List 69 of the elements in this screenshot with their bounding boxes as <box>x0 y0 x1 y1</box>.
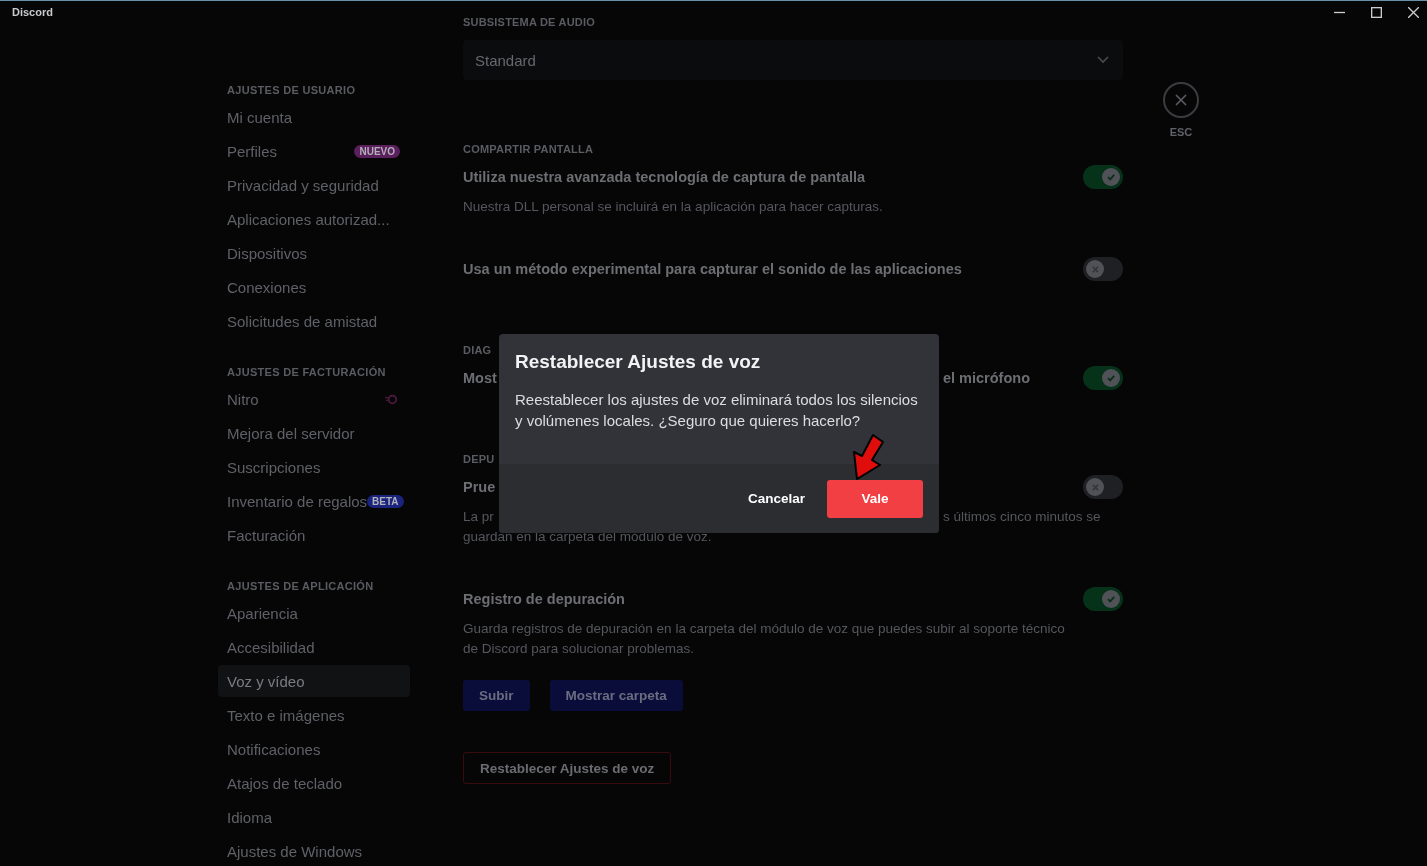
sidebar-item[interactable]: Privacidad y seguridad <box>218 169 410 201</box>
sidebar-item[interactable]: Voz y vídeo <box>218 665 410 697</box>
x-icon <box>1090 264 1100 274</box>
dropdown-field[interactable]: Standard <box>463 40 1123 80</box>
maximize-icon[interactable] <box>1371 6 1382 18</box>
sidebar-item[interactable]: Idioma <box>218 801 410 833</box>
setting-title: Registro de depuración <box>463 591 625 607</box>
toggle-switch[interactable] <box>1083 366 1123 390</box>
setting-description: La pr <box>463 508 494 526</box>
x-icon <box>1090 482 1100 492</box>
setting-description: Nuestra DLL personal se incluirá en la aplicación para hacer capturas. <box>463 198 883 216</box>
sidebar-item[interactable]: Nitro <box>218 383 410 415</box>
dropdown-value: Standard <box>475 51 536 69</box>
sidebar-item[interactable]: Notificaciones <box>218 733 410 765</box>
sidebar-item[interactable]: Apariencia <box>218 597 410 629</box>
section-heading: DIAG <box>463 343 493 358</box>
close-icon <box>1173 92 1189 108</box>
window-title: Discord <box>12 6 53 18</box>
check-icon <box>1106 594 1116 604</box>
section-heading: DEPU <box>463 452 496 467</box>
toggle-switch[interactable] <box>1083 257 1123 281</box>
nitro-icon <box>385 393 398 405</box>
sidebar-item[interactable]: Aplicaciones autorizad... <box>218 203 410 235</box>
setting-description: s últimos cinco minutos se <box>943 508 1101 526</box>
section-heading: COMPARTIR PANTALLA <box>463 142 595 157</box>
sidebar-item[interactable]: Mejora del servidor <box>218 417 410 449</box>
toggle-switch[interactable] <box>1083 587 1123 611</box>
sidebar-item[interactable]: Conexiones <box>218 271 410 303</box>
action-button[interactable]: Mostrar carpeta <box>549 680 683 711</box>
dialog-message: Reestablecer los ajustes de voz eliminará todos los silencios y volúmenes locales. ¿Seguro que quieres hacerlo? <box>515 390 919 431</box>
sidebar-item[interactable]: Accesibilidad <box>218 631 410 663</box>
chevron-down-icon <box>1097 56 1109 64</box>
toggle-switch[interactable] <box>1083 165 1123 189</box>
sidebar-item[interactable]: Ajustes de Windows <box>218 835 410 866</box>
section-heading: AJUSTES DE FACTURACIÓN <box>226 365 387 380</box>
dialog-title: Restablecer Ajustes de voz <box>515 350 762 374</box>
item-label: Nitro <box>227 390 259 408</box>
cancel-button[interactable]: Cancelar <box>747 491 805 506</box>
item-badge: BETA <box>367 494 404 508</box>
sidebar-item[interactable]: Atajos de teclado <box>218 767 410 799</box>
action-button[interactable]: Subir <box>463 680 530 711</box>
sidebar-item[interactable]: Facturación <box>218 519 410 551</box>
close-icon[interactable] <box>1408 6 1419 18</box>
sidebar-item[interactable]: Solicitudes de amistad <box>218 305 410 337</box>
setting-title: Utiliza nuestra avanzada tecnología de captura de pantalla <box>463 169 866 185</box>
toggle-switch[interactable] <box>1083 475 1123 499</box>
setting-title: Usa un método experimental para capturar el sonido de las aplicaciones <box>463 261 962 277</box>
sidebar-item[interactable]: Dispositivos <box>218 237 410 269</box>
esc-label: ESC <box>1169 126 1193 138</box>
check-icon <box>1106 373 1116 383</box>
setting-title: Prue <box>463 479 496 495</box>
setting-description: Guarda registros de depuración en la carpeta del módulo de voz que puedes subir al soporte técnico de Discord para solucionar problemas. <box>463 620 1066 658</box>
confirm-button[interactable]: Vale <box>827 479 923 518</box>
section-heading: SUBSISTEMA DE AUDIO <box>463 15 596 30</box>
sidebar-item[interactable]: Mi cuenta <box>218 101 410 133</box>
item-label: Inventario de regalos <box>227 492 368 510</box>
section-heading: AJUSTES DE APLICACIÓN <box>226 579 375 594</box>
check-icon <box>1106 172 1116 182</box>
item-label: Perfiles <box>227 142 278 160</box>
close-button[interactable] <box>1163 82 1199 118</box>
reset-button[interactable]: Restablecer Ajustes de voz <box>463 752 672 784</box>
sidebar-item[interactable]: Texto e imágenes <box>218 699 410 731</box>
item-badge: NUEVO <box>354 144 400 158</box>
setting-title: Most <box>463 370 497 386</box>
setting-title: el micrófono <box>943 370 1030 386</box>
section-heading: AJUSTES DE USUARIO <box>226 83 357 98</box>
sidebar-item[interactable]: Suscripciones <box>218 451 410 483</box>
sidebar-item[interactable]: Inventario de regalos BETA <box>218 485 410 517</box>
sidebar-item[interactable]: Perfiles NUEVO <box>218 135 410 167</box>
